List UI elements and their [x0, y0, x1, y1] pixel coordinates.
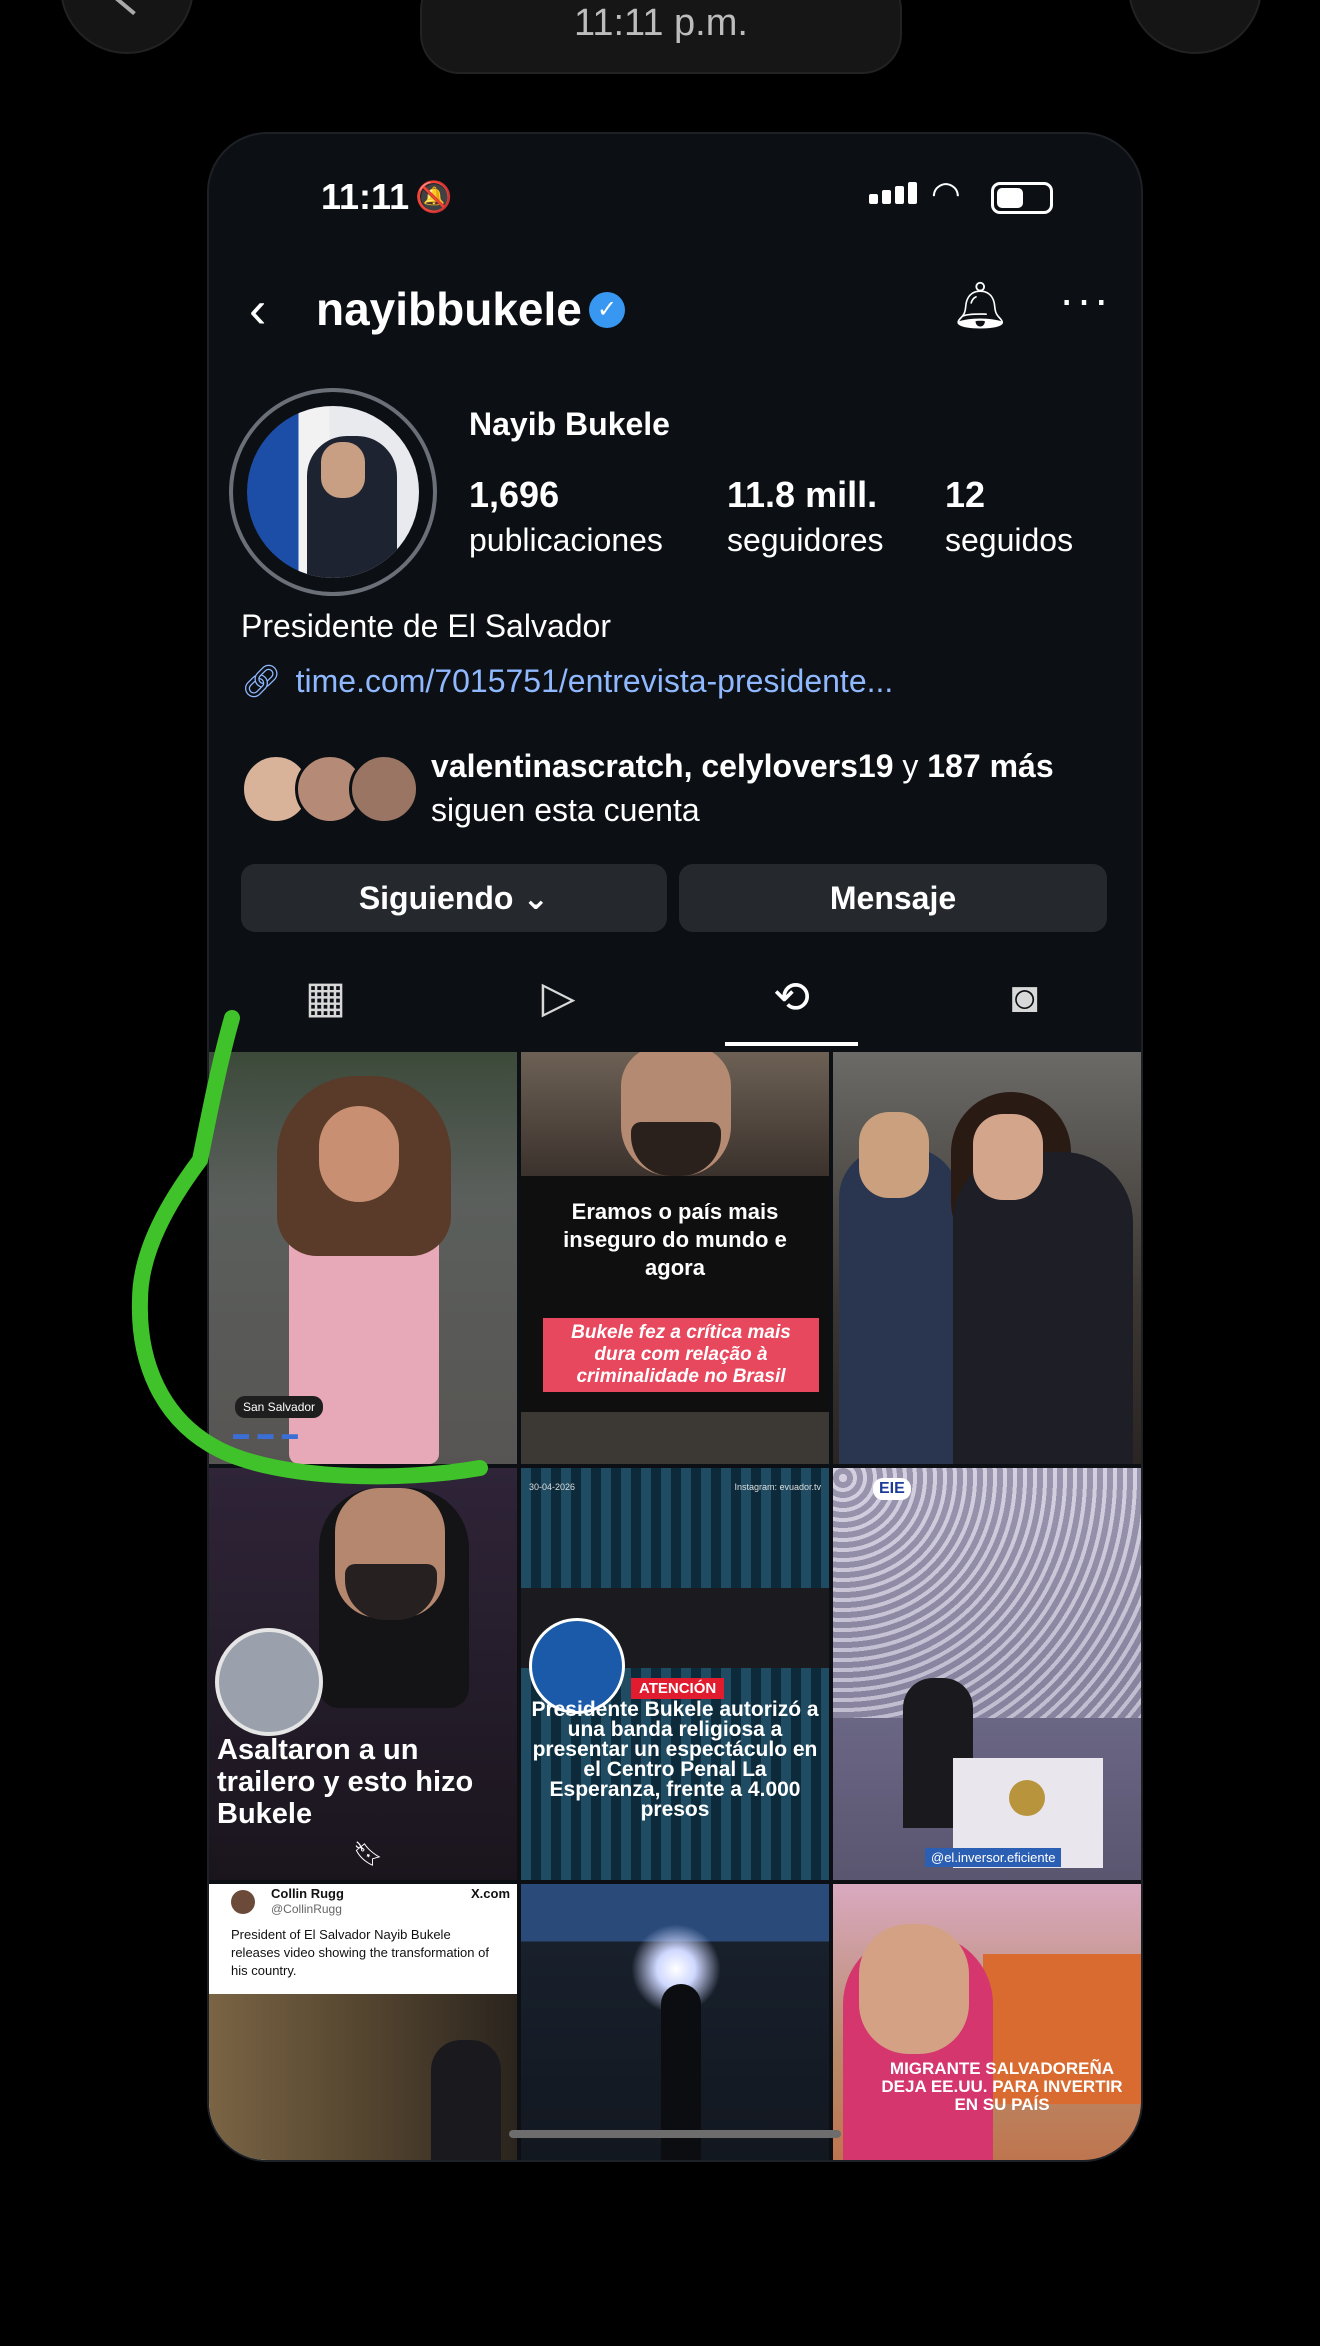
annotation-highlight [131, 1010, 488, 1485]
